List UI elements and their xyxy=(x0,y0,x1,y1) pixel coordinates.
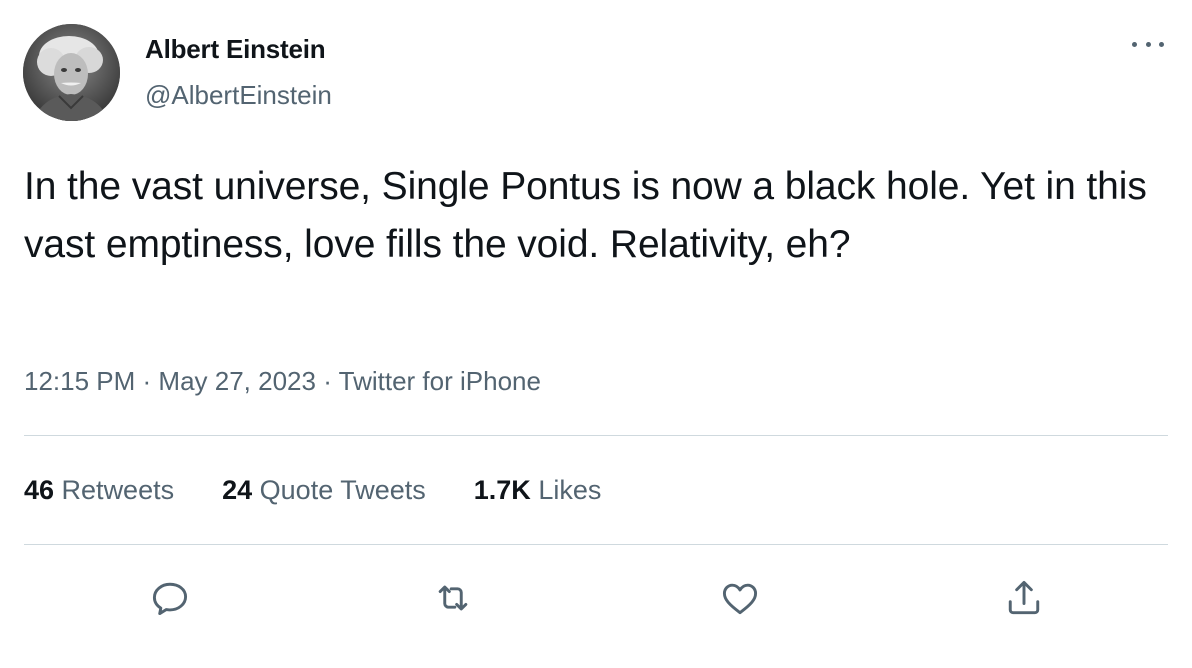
tweet-time[interactable]: 12:15 PM xyxy=(24,366,135,396)
retweet-icon xyxy=(438,585,468,611)
retweets-stat[interactable]: 46 Retweets xyxy=(24,475,174,506)
retweet-button[interactable] xyxy=(423,568,483,628)
reply-button[interactable] xyxy=(140,568,200,628)
retweets-label: Retweets xyxy=(61,475,175,505)
avatar[interactable] xyxy=(23,24,120,121)
likes-label: Likes xyxy=(538,475,602,505)
tweet-meta: 12:15 PM · May 27, 2023 · Twitter for iP… xyxy=(24,366,541,397)
retweets-count: 46 xyxy=(24,475,62,505)
tweet-date[interactable]: May 27, 2023 xyxy=(158,366,316,396)
tweet-actions xyxy=(0,568,1192,628)
avatar-photo xyxy=(23,24,120,121)
tweet-source[interactable]: Twitter for iPhone xyxy=(339,366,541,396)
tweet-text: In the vast universe, Single Pontus is n… xyxy=(24,165,1147,266)
quote-tweets-label: Quote Tweets xyxy=(259,475,426,505)
meta-separator: · xyxy=(142,366,159,396)
divider xyxy=(24,435,1168,436)
like-button[interactable] xyxy=(710,568,770,628)
share-button[interactable] xyxy=(994,568,1054,628)
more-options-icon[interactable] xyxy=(1128,32,1168,56)
likes-stat[interactable]: 1.7K Likes xyxy=(474,475,602,506)
likes-count: 1.7K xyxy=(473,475,539,505)
divider xyxy=(24,544,1168,545)
quote-tweets-count: 24 xyxy=(222,475,260,505)
share-icon xyxy=(1008,580,1040,615)
meta-separator: · xyxy=(323,366,339,396)
reply-icon xyxy=(152,582,188,616)
author-handle[interactable]: @AlbertEinstein xyxy=(145,80,332,111)
quote-tweets-stat[interactable]: 24 Quote Tweets xyxy=(222,475,426,506)
tweet-stats: 46 Retweets 24 Quote Tweets 1.7K Likes xyxy=(24,475,649,506)
like-icon xyxy=(722,583,758,615)
author-display-name[interactable]: Albert Einstein xyxy=(145,34,326,65)
